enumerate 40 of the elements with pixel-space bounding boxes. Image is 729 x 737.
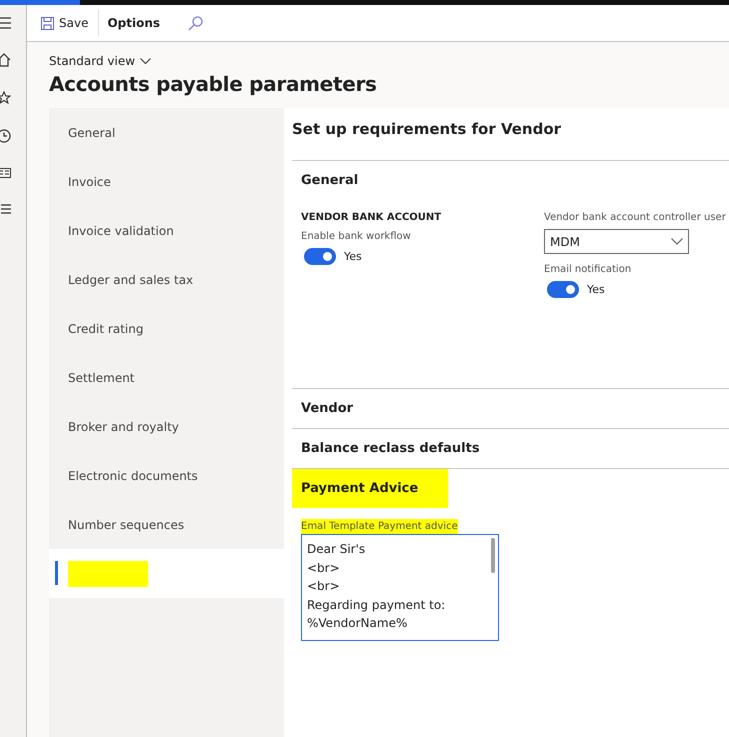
nav-item[interactable]: Settlement [49, 353, 284, 402]
nav-item[interactable]: General [49, 108, 284, 157]
search-icon[interactable] [188, 16, 204, 30]
save-icon [41, 16, 54, 30]
field-label: Email notification [544, 264, 632, 275]
chevron-down-icon [140, 58, 152, 64]
view-selector[interactable]: Standard view [49, 54, 152, 68]
field-label: Enable bank workflow [301, 231, 412, 242]
section-header[interactable]: Balance reclass defaults [292, 429, 490, 468]
template-text-field[interactable]: Dear Sir's <br> <br> Regarding payment to: %VendorName% [301, 534, 499, 641]
options-button[interactable]: Options [99, 12, 164, 34]
group-title: VENDOR BANK ACCOUNT [301, 212, 442, 223]
nav-item[interactable]: Number sequences [49, 500, 284, 549]
nav-item[interactable]: Electronic documents [49, 451, 284, 500]
nav-item[interactable]: Broker and royalty [49, 402, 284, 451]
toggle-switch[interactable] [547, 281, 579, 298]
dropdown-field[interactable]: MDM [544, 229, 689, 254]
home-icon[interactable] [0, 53, 11, 67]
toggle-switch[interactable] [304, 248, 336, 265]
toggle-text: Yes [344, 250, 362, 263]
content-title: Set up requirements for Vendor [292, 120, 729, 161]
nav-item[interactable]: Invoice [49, 157, 284, 206]
nav-item[interactable]: Credit rating [49, 304, 284, 353]
section-header[interactable]: General [292, 161, 368, 200]
field-label: Vendor bank account controller user [544, 212, 726, 223]
clock-icon[interactable] [0, 129, 11, 143]
star-icon[interactable] [0, 91, 11, 105]
menu-icon[interactable] [0, 17, 11, 29]
nav-item[interactable]: Ledger and sales tax [49, 255, 284, 304]
toggle-text: Yes [587, 283, 605, 296]
scrollbar-thumb[interactable] [491, 538, 495, 573]
chevron-down-icon [671, 238, 683, 245]
workspace-icon[interactable] [0, 167, 11, 179]
page-title: Accounts payable parameters [49, 72, 378, 96]
list-icon[interactable] [0, 203, 11, 215]
save-button[interactable]: Save [37, 12, 92, 34]
section-header[interactable]: Payment Advice [292, 469, 448, 508]
section-header[interactable]: Vendor [292, 389, 364, 428]
nav-item[interactable]: Invoice validation [49, 206, 284, 255]
field-label: Emal Template Payment advice [301, 519, 458, 534]
